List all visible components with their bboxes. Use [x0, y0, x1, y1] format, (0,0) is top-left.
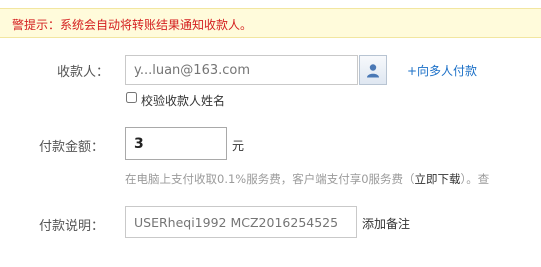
payee-input[interactable] [125, 55, 358, 85]
note-input[interactable] [125, 206, 357, 238]
fee-hint-suffix: ）。查 [460, 172, 490, 186]
amount-input[interactable] [125, 127, 227, 160]
fee-hint: 在电脑上支付收取0.1%服务费，客户端支付享0服务费（立即下载）。查 [125, 171, 489, 187]
note-label: 付款说明： [39, 219, 105, 234]
contacts-person-icon [367, 64, 379, 78]
fee-hint-prefix: 在电脑上支付收取0.1%服务费，客户端支付享0服务费（ [125, 172, 415, 186]
pay-multiple-link[interactable]: +向多人付款 [407, 62, 477, 79]
verify-name-checkbox[interactable] [126, 92, 137, 103]
add-note-link[interactable]: 添加备注 [362, 215, 410, 232]
payee-label: 收款人： [57, 65, 110, 80]
download-now-link[interactable]: 立即下载 [415, 172, 461, 186]
notice-text: 警提示：系统会自动将转账结果通知收款人。 [12, 18, 253, 32]
amount-unit: 元 [232, 139, 245, 153]
notice-bar: 警提示：系统会自动将转账结果通知收款人。 [0, 8, 541, 38]
contacts-button[interactable] [359, 55, 387, 85]
amount-label: 付款金额： [39, 140, 105, 155]
verify-name-label: 校验收款人姓名 [141, 94, 226, 108]
